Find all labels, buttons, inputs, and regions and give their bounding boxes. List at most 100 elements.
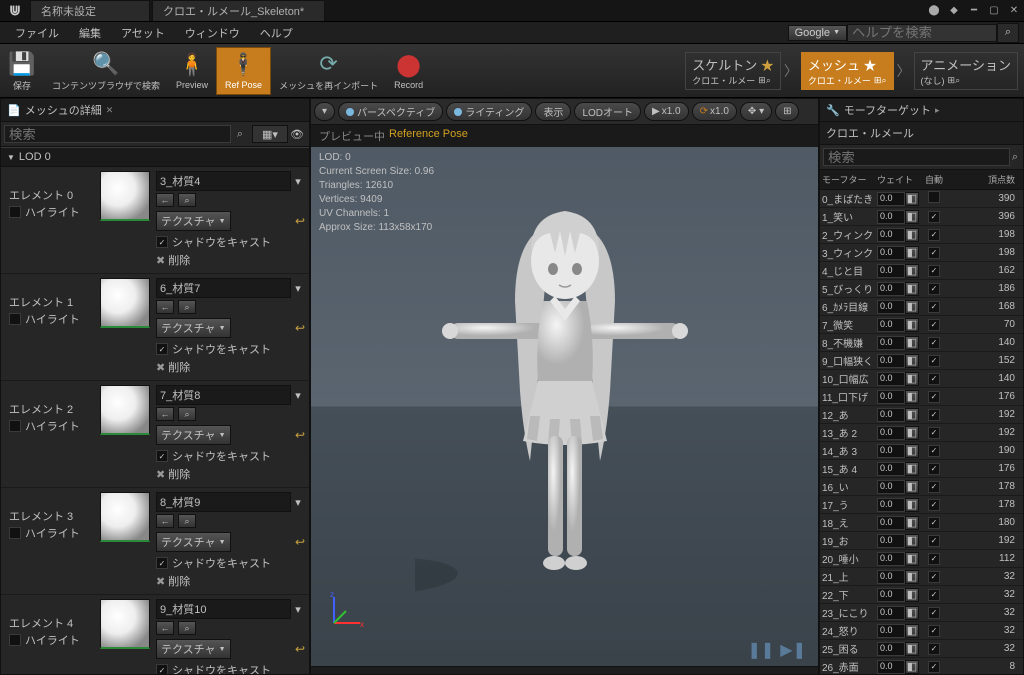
menu-window[interactable]: ウィンドウ [175,23,250,43]
menu-edit[interactable]: 編集 [69,23,111,43]
morph-weight-field[interactable]: 0.0 [877,318,905,332]
shadow-checkbox[interactable]: ✓ [156,664,168,674]
morph-weight-field[interactable]: 0.0 [877,588,905,602]
nav-skeleton[interactable]: スケルトン ★ クロエ・ルメー ⊞⌕ [685,52,781,90]
delete-icon[interactable]: ✖ [156,361,165,374]
morph-auto-checkbox[interactable]: ✓ [928,517,940,529]
lod-auto-button[interactable]: LODオート [574,102,641,121]
material-name-field[interactable]: 3_材質4 [156,171,291,191]
browse-to-button[interactable]: ⌕ [178,300,196,314]
morph-auto-checkbox[interactable]: ✓ [928,427,940,439]
texture-dropdown[interactable]: テクスチャ▼ [156,532,231,552]
morph-weight-spinner[interactable]: ◧ [905,462,919,476]
morph-auto-checkbox[interactable]: ✓ [928,373,940,385]
morph-weight-spinner[interactable]: ◧ [905,642,919,656]
morph-weight-spinner[interactable]: ◧ [905,282,919,296]
revert-icon[interactable]: ↩ [295,642,305,656]
shadow-checkbox[interactable]: ✓ [156,236,168,248]
material-dropdown-icon[interactable]: ▾ [291,603,305,616]
morph-weight-field[interactable]: 0.0 [877,426,905,440]
material-thumbnail[interactable] [100,492,150,542]
lod-category-header[interactable]: ▼ LOD 0 [1,147,309,167]
revert-icon[interactable]: ↩ [295,535,305,549]
browse-to-button[interactable]: ⌕ [178,193,196,207]
material-dropdown-icon[interactable]: ▾ [291,389,305,402]
use-arrow-button[interactable]: ← [156,621,174,635]
morph-weight-field[interactable]: 0.0 [877,354,905,368]
morph-weight-spinner[interactable]: ◧ [905,552,919,566]
highlight-checkbox[interactable] [9,527,21,539]
visibility-icon[interactable]: 👁 [288,128,306,141]
maximize-button[interactable]: ▢ [985,4,1003,18]
morph-weight-spinner[interactable]: ◧ [905,408,919,422]
revert-icon[interactable]: ↩ [295,321,305,335]
character-preview[interactable] [415,181,715,611]
morph-weight-spinner[interactable]: ◧ [905,516,919,530]
revert-icon[interactable]: ↩ [295,214,305,228]
highlight-checkbox[interactable] [9,634,21,646]
browse-to-button[interactable]: ⌕ [178,621,196,635]
morph-auto-checkbox[interactable]: ✓ [928,625,940,637]
morph-weight-spinner[interactable]: ◧ [905,210,919,224]
morph-auto-checkbox[interactable]: ✓ [928,391,940,403]
morph-auto-checkbox[interactable]: ✓ [928,553,940,565]
morph-weight-field[interactable]: 0.0 [877,516,905,530]
material-name-field[interactable]: 8_材質9 [156,492,291,512]
nav-animation[interactable]: アニメーション (なし) ⊞⌕ [914,52,1018,90]
morph-weight-field[interactable]: 0.0 [877,408,905,422]
morph-weight-field[interactable]: 0.0 [877,552,905,566]
morph-weight-spinner[interactable]: ◧ [905,426,919,440]
help-search-icon[interactable]: ⌕ [997,23,1019,43]
morph-auto-checkbox[interactable]: ✓ [928,337,940,349]
morph-weight-spinner[interactable]: ◧ [905,624,919,638]
use-arrow-button[interactable]: ← [156,300,174,314]
morph-weight-spinner[interactable]: ◧ [905,480,919,494]
menu-file[interactable]: ファイル [5,23,69,43]
delete-icon[interactable]: ✖ [156,468,165,481]
chat-icon[interactable]: ⬤ [925,4,943,18]
highlight-checkbox[interactable] [9,313,21,325]
morph-weight-spinner[interactable]: ◧ [905,606,919,620]
material-thumbnail[interactable] [100,385,150,435]
grid-snap-button[interactable]: ⊞ [775,102,799,121]
menu-asset[interactable]: アセット [111,23,175,43]
close-button[interactable]: ✕ [1005,4,1023,18]
morph-auto-checkbox[interactable]: ✓ [928,301,940,313]
morph-weight-field[interactable]: 0.0 [877,498,905,512]
use-arrow-button[interactable]: ← [156,193,174,207]
preview-button[interactable]: 🧍 Preview [168,47,216,95]
show-button[interactable]: 表示 [535,102,571,121]
morph-weight-field[interactable]: 0.0 [877,624,905,638]
morph-weight-field[interactable]: 0.0 [877,642,905,656]
morph-weight-spinner[interactable]: ◧ [905,498,919,512]
shadow-checkbox[interactable]: ✓ [156,450,168,462]
morph-weight-field[interactable]: 0.0 [877,192,905,206]
material-thumbnail[interactable] [100,599,150,649]
texture-dropdown[interactable]: テクスチャ▼ [156,639,231,659]
texture-dropdown[interactable]: テクスチャ▼ [156,318,231,338]
morph-weight-field[interactable]: 0.0 [877,462,905,476]
morph-auto-checkbox[interactable]: ✓ [928,409,940,421]
tab-untitled[interactable]: 名称未設定 [30,0,150,21]
morph-weight-field[interactable]: 0.0 [877,210,905,224]
morph-weight-field[interactable]: 0.0 [877,660,905,674]
morph-auto-checkbox[interactable]: ✓ [928,229,940,241]
revert-icon[interactable]: ↩ [295,428,305,442]
tab-skeleton[interactable]: クロエ・ルメール_Skeleton* [152,0,325,21]
morph-weight-field[interactable]: 0.0 [877,372,905,386]
morph-weight-field[interactable]: 0.0 [877,444,905,458]
morph-weight-spinner[interactable]: ◧ [905,588,919,602]
morph-weight-spinner[interactable]: ◧ [905,444,919,458]
refpose-button[interactable]: 🕴 Ref Pose [216,47,271,95]
source-control-icon[interactable]: ◆ [945,4,963,18]
morph-weight-spinner[interactable]: ◧ [905,228,919,242]
morph-auto-checkbox[interactable]: ✓ [928,499,940,511]
morph-weight-spinner[interactable]: ◧ [905,390,919,404]
morph-auto-checkbox[interactable]: ✓ [928,265,940,277]
morph-weight-field[interactable]: 0.0 [877,282,905,296]
morph-auto-checkbox[interactable]: ✓ [928,283,940,295]
delete-icon[interactable]: ✖ [156,575,165,588]
morph-auto-checkbox[interactable]: ✓ [928,463,940,475]
morph-weight-spinner[interactable]: ◧ [905,300,919,314]
material-thumbnail[interactable] [100,171,150,221]
